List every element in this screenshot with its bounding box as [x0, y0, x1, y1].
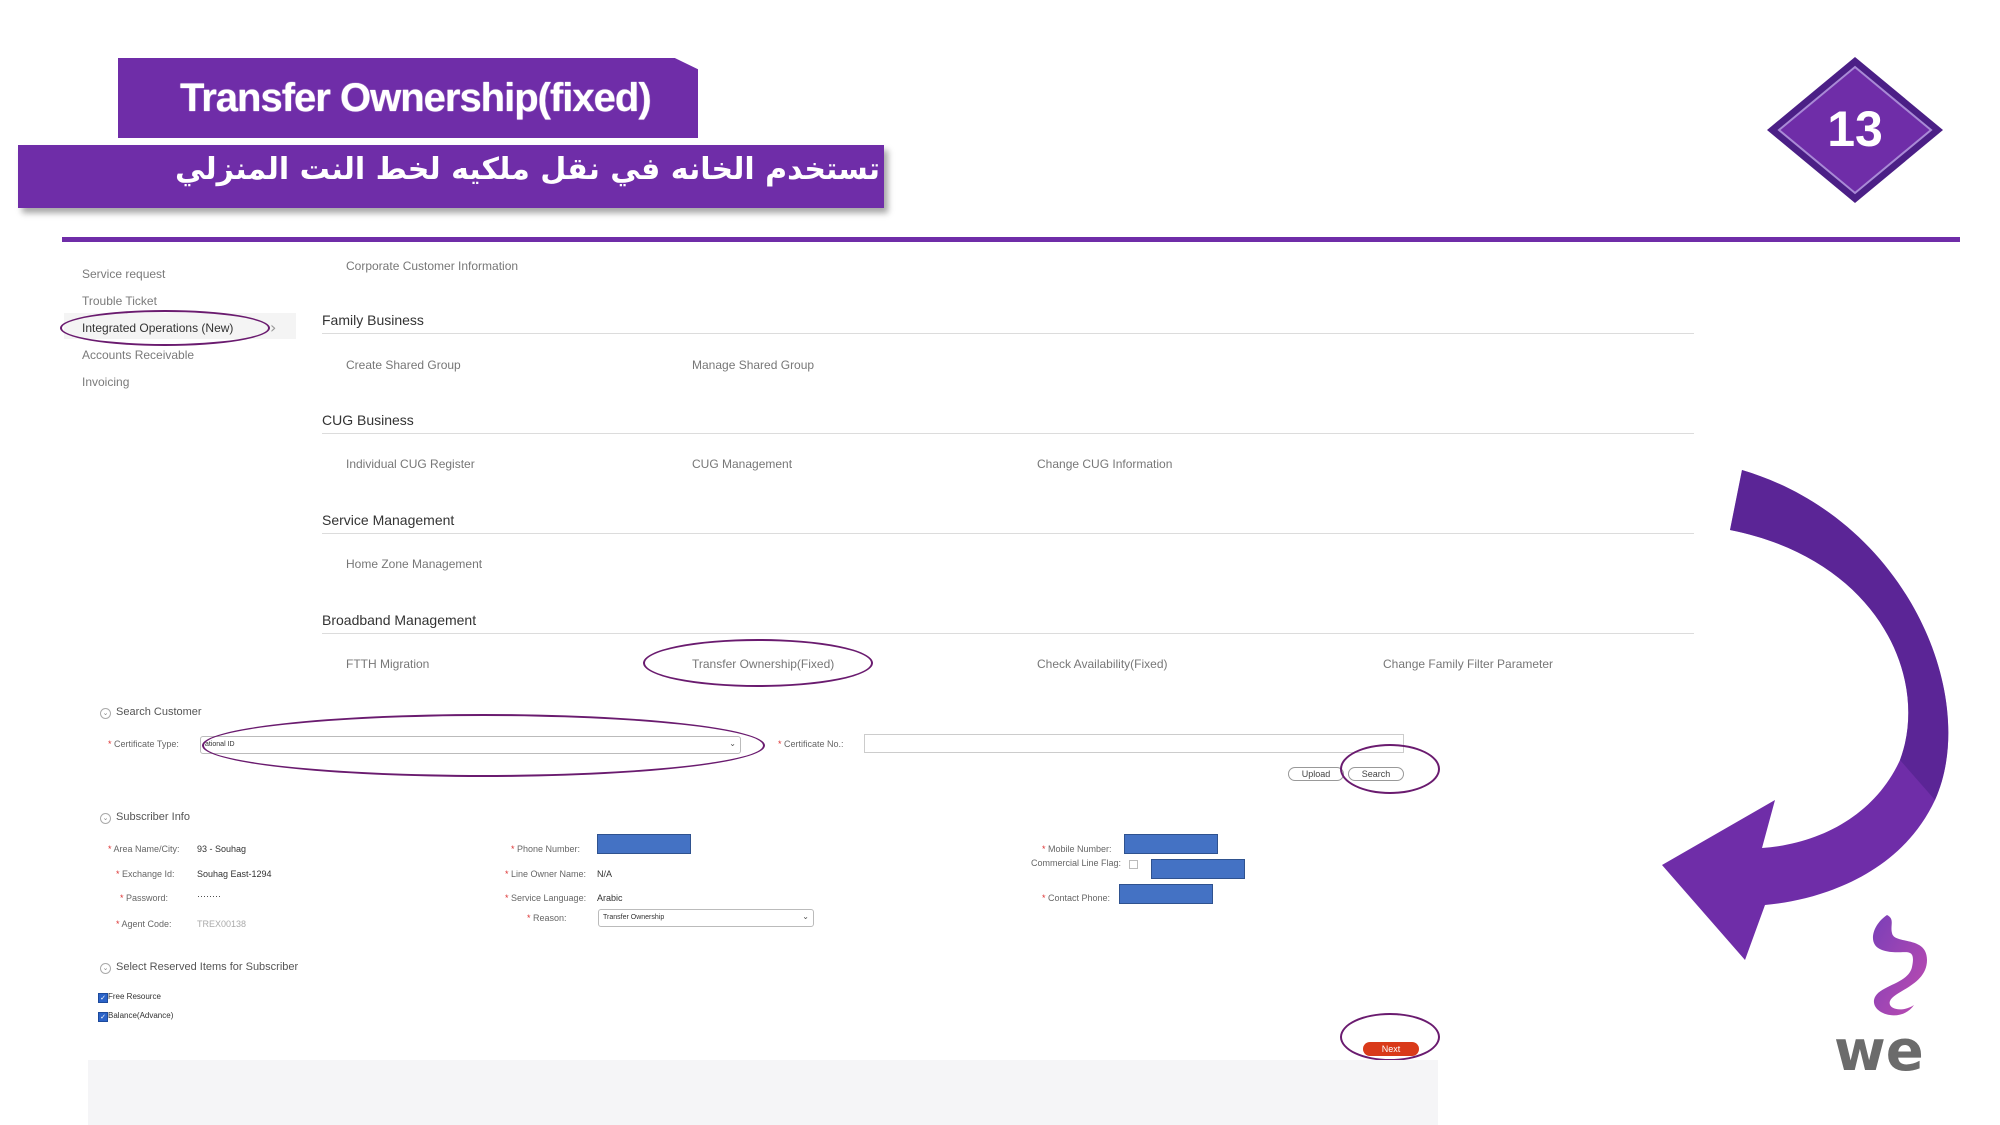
contact-phone-masked-field[interactable]: [1119, 884, 1213, 904]
balance-advance-checkbox[interactable]: ✓: [98, 1012, 108, 1022]
highlight-ring-certificate-type: [202, 714, 765, 777]
chevron-right-icon: ›: [270, 318, 277, 337]
certificate-type-label: * Certificate Type:: [108, 739, 179, 749]
link-individual-cug-register[interactable]: Individual CUG Register: [346, 457, 475, 471]
header-divider: [62, 237, 1960, 242]
mobile-number-masked-field[interactable]: [1124, 834, 1218, 854]
highlight-ring-next: [1340, 1013, 1440, 1061]
commercial-line-flag-checkbox[interactable]: [1129, 860, 1138, 869]
link-create-shared-group[interactable]: Create Shared Group: [346, 358, 461, 372]
link-ftth-migration[interactable]: FTTH Migration: [346, 657, 429, 671]
link-corporate-customer-information[interactable]: Corporate Customer Information: [346, 259, 518, 273]
search-customer-header: Search Customer: [116, 706, 202, 718]
exchange-id-value: Souhag East-1294: [197, 869, 272, 879]
section-divider: [322, 633, 1694, 634]
line-owner-name-label: * Line Owner Name:: [505, 869, 587, 879]
link-cug-management[interactable]: CUG Management: [692, 457, 792, 471]
collapse-icon[interactable]: ⌄: [100, 963, 111, 974]
nav-item-service-request[interactable]: Service request: [82, 267, 165, 281]
area-name-value: 93 - Souhag: [197, 844, 247, 854]
logo-text: we: [1834, 1019, 1924, 1080]
highlight-ring-transfer-ownership: [643, 639, 873, 687]
certificate-no-input[interactable]: [864, 734, 1404, 753]
certificate-no-label: * Certificate No.:: [778, 739, 844, 749]
nav-item-trouble-ticket[interactable]: Trouble Ticket: [82, 294, 157, 308]
step-number: 13: [1827, 101, 1883, 157]
section-divider: [322, 533, 1694, 534]
contact-phone-label: * Contact Phone:: [1042, 893, 1111, 903]
footer-panel: [88, 1060, 1438, 1125]
phone-number-label: * Phone Number:: [511, 844, 581, 854]
reserved-items-header: Select Reserved Items for Subscriber: [116, 961, 299, 973]
chevron-down-icon: ⌄: [802, 912, 809, 921]
agent-code-label: * Agent Code:: [116, 919, 172, 929]
subscriber-info-header: Subscriber Info: [116, 811, 190, 823]
phone-number-masked-field[interactable]: [597, 834, 691, 854]
free-resource-checkbox[interactable]: ✓: [98, 993, 108, 1003]
section-title-broadband-management: Broadband Management: [322, 612, 477, 628]
area-name-label: * Area Name/City:: [108, 844, 180, 854]
slide-title: Transfer Ownership(fixed): [180, 76, 652, 120]
section-title-cug-business: CUG Business: [322, 412, 414, 428]
link-check-availability-fixed[interactable]: Check Availability(Fixed): [1037, 657, 1168, 671]
link-change-cug-information[interactable]: Change CUG Information: [1037, 457, 1172, 471]
mobile-number-label: * Mobile Number:: [1042, 844, 1112, 854]
section-divider: [322, 333, 1694, 334]
reason-label: * Reason:: [527, 913, 567, 923]
free-resource-label: Free Resource: [108, 992, 161, 1001]
service-language-label: * Service Language:: [505, 893, 587, 903]
exchange-id-label: * Exchange Id:: [116, 869, 175, 879]
password-value[interactable]: ········: [197, 891, 221, 901]
collapse-icon[interactable]: ⌄: [100, 708, 111, 719]
slide-subtitle: تستخدم الخانه في نقل ملكيه لخط النت المن…: [175, 152, 881, 187]
section-title-family-business: Family Business: [322, 312, 424, 328]
upload-button[interactable]: Upload: [1288, 767, 1344, 781]
section-divider: [322, 433, 1694, 434]
line-owner-name-value: N/A: [597, 869, 613, 879]
curved-arrow-icon: [1662, 470, 1949, 960]
link-home-zone-management[interactable]: Home Zone Management: [346, 557, 482, 571]
collapse-icon[interactable]: ⌄: [100, 813, 111, 824]
we-logo-icon: we: [1834, 915, 1927, 1080]
link-change-family-filter-parameter[interactable]: Change Family Filter Parameter: [1383, 657, 1553, 671]
section-title-service-management: Service Management: [322, 512, 455, 528]
commercial-line-masked-field[interactable]: [1151, 859, 1245, 879]
nav-item-invoicing[interactable]: Invoicing: [82, 375, 129, 389]
password-label: * Password:: [120, 893, 169, 903]
balance-advance-label: Balance(Advance): [108, 1011, 174, 1020]
commercial-line-flag-label: Commercial Line Flag:: [1031, 858, 1122, 868]
link-manage-shared-group[interactable]: Manage Shared Group: [692, 358, 814, 372]
highlight-ring-search: [1340, 744, 1440, 794]
agent-code-value: TREX00138: [197, 919, 247, 929]
highlight-ring-nav: [60, 310, 270, 346]
reason-select[interactable]: Transfer Ownership ⌄: [598, 909, 814, 927]
nav-item-accounts-receivable[interactable]: Accounts Receivable: [82, 348, 194, 362]
service-language-value: Arabic: [597, 893, 623, 903]
